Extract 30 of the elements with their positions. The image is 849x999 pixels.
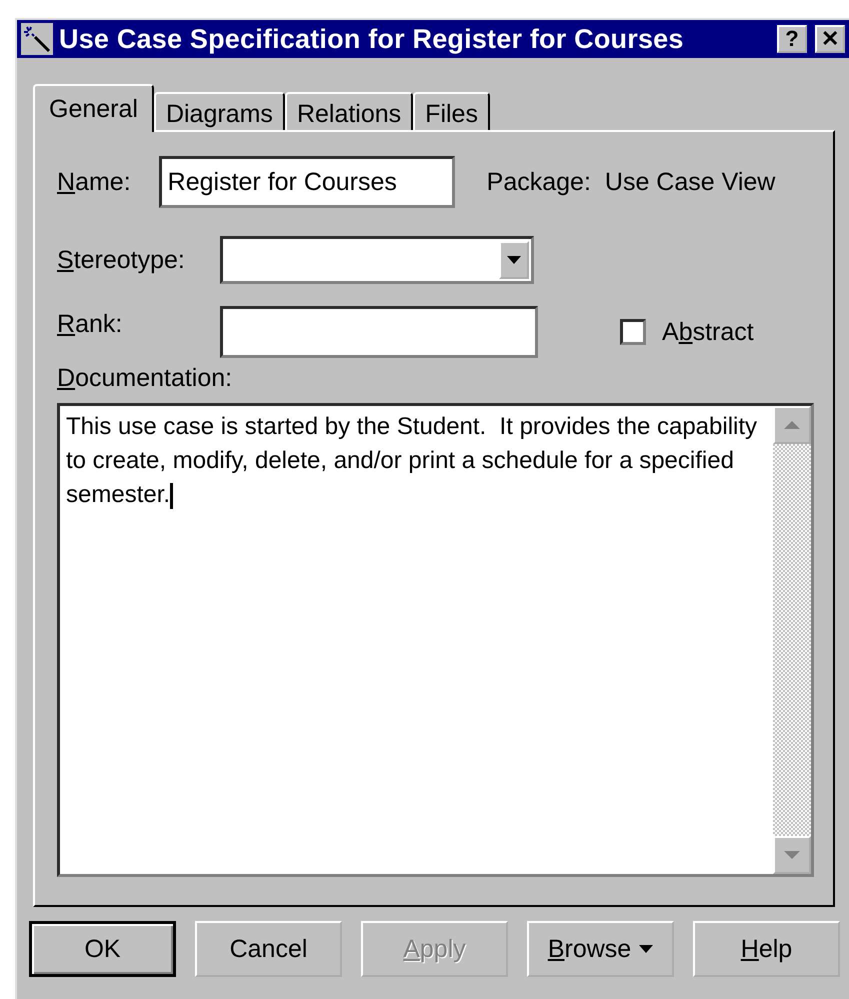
caret-icon [639, 945, 654, 953]
tab[interactable]: Relations [284, 92, 414, 130]
stereotype-dropdown[interactable] [220, 236, 534, 284]
close-button[interactable]: ✕ [815, 25, 845, 53]
rank-label: Rank: [57, 310, 124, 339]
documentation-label: Documentation: [57, 364, 234, 393]
rank-field[interactable] [220, 306, 538, 358]
dialog-button[interactable]: Cancel [195, 921, 342, 977]
window-title: Use Case Specification for Register for Courses [59, 24, 685, 54]
tab[interactable]: General [33, 84, 154, 132]
abstract-checkbox[interactable] [620, 319, 646, 345]
name-label: Name: [57, 168, 131, 196]
up-arrow-icon [784, 421, 800, 429]
package-value: Use Case View [604, 168, 776, 196]
scroll-up-button[interactable] [773, 406, 811, 444]
stereotype-label: Stereotype: [57, 246, 186, 274]
help-button[interactable]: ? [777, 25, 807, 53]
name-field[interactable]: Register for Courses [158, 156, 455, 208]
scrollbar[interactable] [773, 406, 811, 874]
down-arrow-icon [784, 851, 800, 859]
scroll-down-button[interactable] [773, 836, 811, 874]
dialog-button[interactable]: Browse [527, 921, 674, 977]
tab[interactable]: Files [413, 92, 490, 130]
abstract-label: Abstract [662, 318, 754, 346]
package-label: Package: [486, 168, 591, 196]
tab[interactable]: Diagrams [154, 92, 285, 130]
dropdown-arrow-icon [507, 256, 521, 264]
dialog-button[interactable]: OK [29, 921, 176, 977]
documentation-field[interactable]: This use case is started by the Student. It provides the capability to create, modify, delete, and/or print a schedule for a specified semester. [57, 403, 814, 877]
dialog-button[interactable]: Help [693, 921, 840, 977]
